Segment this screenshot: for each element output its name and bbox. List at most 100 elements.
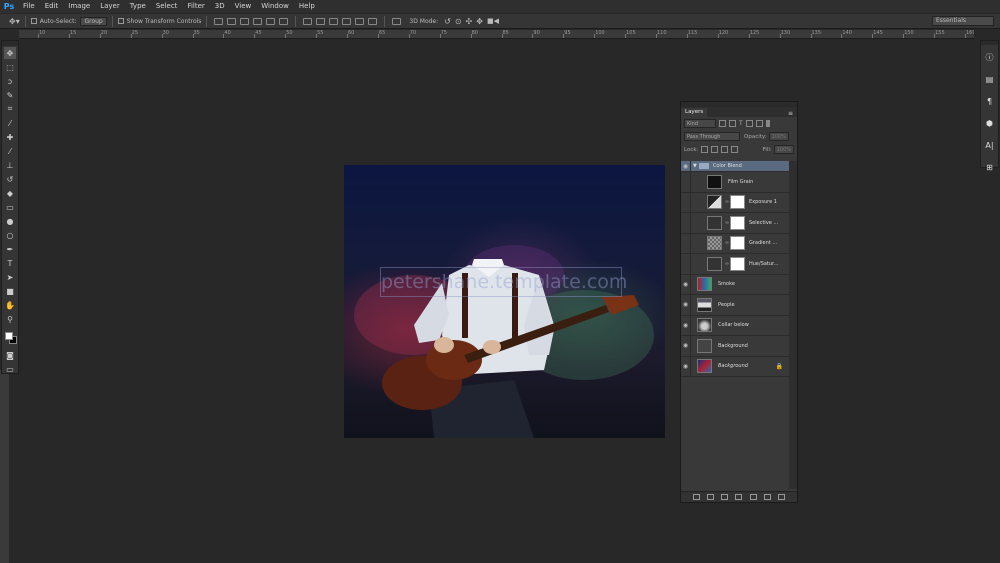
filter-pixel-icon[interactable] (719, 120, 726, 127)
quick-mask-icon[interactable]: ◙ (4, 349, 16, 361)
zoom-tool-icon[interactable]: ⚲ (4, 313, 16, 325)
type-tool-icon[interactable]: T (4, 257, 16, 269)
document-canvas[interactable]: petershane.template.com (344, 165, 665, 438)
new-group-icon[interactable] (749, 494, 757, 500)
shape-tool-icon[interactable]: ■ (4, 285, 16, 297)
layer-mask-thumbnail[interactable] (730, 195, 745, 210)
lock-pixels-icon[interactable] (711, 146, 719, 153)
filter-smart-object-icon[interactable] (755, 120, 763, 127)
add-mask-icon[interactable] (721, 494, 729, 500)
align-hcenter-icon[interactable] (266, 17, 276, 25)
layer-row[interactable]: ◉ Collar below (681, 315, 789, 336)
screen-mode-icon[interactable]: ▭ (4, 363, 16, 375)
visibility-toggle[interactable]: ◉ (681, 274, 691, 294)
layer-mask-thumbnail[interactable] (730, 236, 745, 251)
menu-type[interactable]: Type (125, 0, 151, 13)
3d-roll-icon[interactable]: ⊙ (455, 17, 462, 26)
healing-brush-tool-icon[interactable]: ✚ (4, 131, 16, 143)
trash-icon[interactable] (778, 494, 786, 500)
distribute-hcenter-icon[interactable] (355, 17, 365, 25)
menu-edit[interactable]: Edit (40, 0, 64, 13)
visibility-toggle[interactable] (681, 172, 691, 192)
visibility-toggle[interactable] (681, 192, 691, 212)
move-tool-preset-icon[interactable]: ✥▾ (9, 17, 20, 26)
history-brush-tool-icon[interactable]: ↺ (4, 173, 16, 185)
layer-mask-thumbnail[interactable] (730, 215, 745, 230)
3d-rotate-icon[interactable]: ↺ (444, 17, 451, 26)
filter-adjustment-icon[interactable] (729, 120, 736, 127)
eye-icon[interactable]: ◉ (681, 322, 690, 329)
3d-pan-icon[interactable]: ✣ (466, 17, 473, 26)
workspace-switcher[interactable]: Essentials (932, 16, 994, 26)
filter-type-icon[interactable]: T (739, 120, 743, 127)
tab-layers[interactable]: Layers (681, 108, 708, 117)
visibility-toggle[interactable] (681, 233, 691, 253)
eye-icon[interactable]: ◉ (681, 342, 690, 349)
visibility-toggle[interactable]: ◉ (681, 356, 691, 376)
visibility-toggle[interactable]: ◉ (681, 161, 691, 171)
visibility-toggle[interactable]: ◉ (681, 336, 691, 356)
gradient-tool-icon[interactable]: ▭ (4, 201, 16, 213)
layer-row[interactable]: ◉ Background 🔒 (681, 356, 789, 377)
layer-row[interactable]: ∞ Exposure 1 (681, 192, 789, 213)
eraser-tool-icon[interactable]: ◆ (4, 187, 16, 199)
panel-menu-icon[interactable]: ≡ (788, 110, 793, 117)
lasso-tool-icon[interactable]: ↄ (4, 75, 16, 87)
fx-icon[interactable] (706, 494, 714, 500)
eye-icon[interactable]: ◉ (681, 281, 690, 288)
distribute-right-icon[interactable] (368, 17, 378, 25)
menu-filter[interactable]: Filter (182, 0, 209, 13)
new-layer-icon[interactable] (764, 494, 772, 500)
layers-scrollbar[interactable] (789, 161, 797, 489)
layer-row[interactable]: ∞ Hue/Satur... (681, 254, 789, 275)
auto-align-icon[interactable] (392, 17, 402, 25)
eye-icon[interactable]: ◉ (681, 363, 690, 370)
blur-tool-icon[interactable]: ● (4, 215, 16, 227)
eye-icon[interactable]: ◉ (681, 163, 690, 170)
adjustment-layer-icon[interactable] (735, 494, 743, 500)
menu-image[interactable]: Image (63, 0, 95, 13)
paragraph-icon[interactable]: ¶ (984, 95, 996, 107)
move-tool-icon[interactable]: ✥ (4, 47, 16, 59)
properties-icon[interactable]: ⊞ (984, 161, 996, 173)
tools-panel-grip[interactable] (2, 41, 18, 46)
visibility-toggle[interactable]: ◉ (681, 295, 691, 315)
distribute-left-icon[interactable] (342, 17, 352, 25)
align-right-icon[interactable] (279, 17, 289, 25)
filter-toggle[interactable] (765, 120, 770, 127)
dock-grip[interactable] (981, 41, 998, 45)
layer-row[interactable]: ∞ Selective ... (681, 213, 789, 234)
menu-3d[interactable]: 3D (210, 0, 230, 13)
foreground-color-swatch[interactable] (5, 332, 13, 340)
pen-tool-icon[interactable]: ✒ (4, 243, 16, 255)
character-icon[interactable]: A| (984, 139, 996, 151)
visibility-toggle[interactable] (681, 254, 691, 274)
history-icon[interactable]: ▤ (984, 73, 996, 85)
layer-row[interactable]: ◉ Background (681, 336, 789, 357)
opacity-input[interactable]: 100% (768, 132, 789, 141)
clone-stamp-tool-icon[interactable]: ⊥ (4, 159, 16, 171)
layer-row[interactable]: ◉ People (681, 295, 789, 316)
filter-kind-dropdown[interactable]: Kind (684, 119, 716, 128)
auto-select-dropdown[interactable]: Group (80, 16, 107, 26)
menu-help[interactable]: Help (294, 0, 320, 13)
transform-controls-checkbox[interactable] (117, 18, 124, 24)
distribute-bottom-icon[interactable] (329, 17, 339, 25)
align-vcenter-icon[interactable] (227, 17, 237, 25)
crop-tool-icon[interactable]: ⌗ (4, 103, 16, 115)
hand-tool-icon[interactable]: ✋ (4, 299, 16, 311)
link-layers-icon[interactable] (692, 494, 700, 500)
3d-icon[interactable]: ⬢ (984, 117, 996, 129)
eyedropper-tool-icon[interactable]: ⁄ (4, 117, 16, 129)
3d-slide-icon[interactable]: ✥ (476, 17, 483, 26)
align-bottom-icon[interactable] (240, 17, 250, 25)
blend-mode-dropdown[interactable]: Pass Through (684, 132, 740, 141)
lock-all-icon[interactable] (731, 146, 739, 153)
distribute-top-icon[interactable] (303, 17, 313, 25)
fill-input[interactable]: 100% (773, 145, 794, 154)
align-left-icon[interactable] (253, 17, 263, 25)
lock-transparency-icon[interactable] (701, 146, 709, 153)
brush-tool-icon[interactable]: ⁄ (4, 145, 16, 157)
eye-icon[interactable]: ◉ (681, 301, 690, 308)
group-expand-icon[interactable]: ▼ (693, 163, 697, 169)
